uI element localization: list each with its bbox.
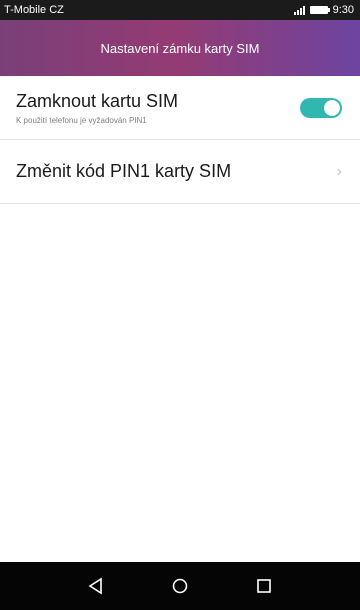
battery-icon — [309, 6, 330, 14]
signal-icon — [293, 5, 305, 15]
recents-icon[interactable] — [252, 574, 276, 598]
app-header: Nastavení zámku karty SIM — [0, 20, 360, 76]
lock-sim-row[interactable]: Zamknout kartu SIM K použití telefonu je… — [0, 76, 360, 140]
navigation-bar — [0, 562, 360, 610]
lock-sim-subtitle: K použití telefonu je vyžadován PIN1 — [16, 115, 147, 125]
change-pin-text: Změnit kód PIN1 karty SIM — [16, 161, 328, 182]
clock: 9:30 — [332, 4, 354, 16]
carrier-label: T-Mobile CZ — [4, 4, 64, 16]
change-pin-row[interactable]: Změnit kód PIN1 karty SIM › — [0, 140, 360, 204]
back-icon[interactable] — [84, 574, 108, 598]
lock-sim-text: Zamknout kartu SIM K použití telefonu je… — [16, 91, 300, 125]
change-pin-title: Změnit kód PIN1 karty SIM — [16, 161, 232, 181]
home-icon-svg — [172, 578, 188, 594]
back-icon-svg — [88, 577, 102, 595]
lock-sim-title: Zamknout kartu SIM — [16, 90, 179, 111]
toggle-knob — [324, 99, 340, 116]
status-icons: 9:30 — [293, 4, 354, 16]
lock-sim-toggle[interactable] — [300, 97, 342, 118]
home-icon[interactable] — [168, 574, 192, 598]
settings-list: Zamknout kartu SIM K použití telefonu je… — [0, 76, 360, 204]
status-bar: T-Mobile CZ 9:30 — [0, 0, 360, 20]
chevron-right-icon: › — [336, 162, 342, 180]
page-title: Nastavení zámku karty SIM — [100, 40, 260, 56]
recents-icon-svg — [257, 579, 271, 593]
